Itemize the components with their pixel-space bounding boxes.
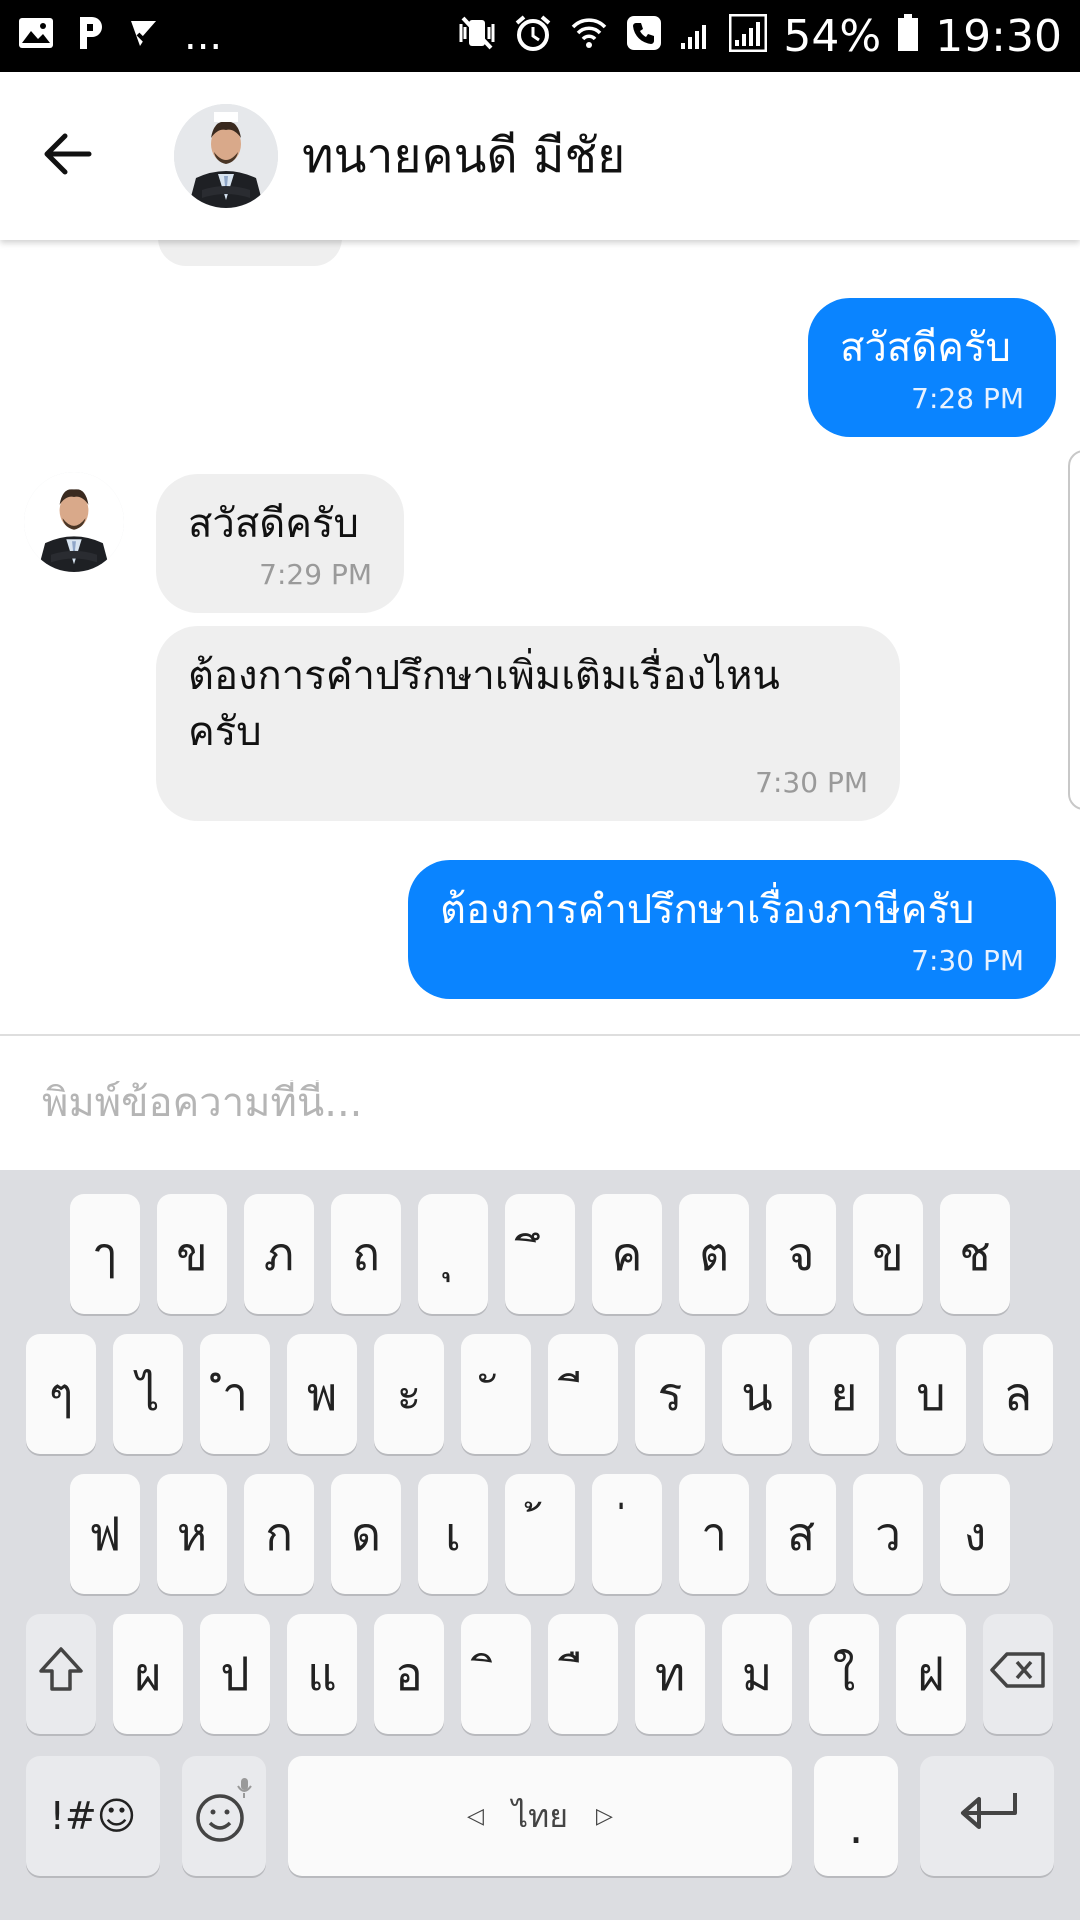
key[interactable]: ี xyxy=(548,1334,618,1454)
key[interactable]: น xyxy=(722,1334,792,1454)
mute-vibrate-icon xyxy=(457,14,497,59)
key[interactable]: ถ xyxy=(331,1194,401,1314)
message-bubble-incoming[interactable]: สวัสดีครับ 7:29 PM xyxy=(156,474,404,613)
sender-avatar[interactable] xyxy=(24,472,124,572)
key[interactable]: ง xyxy=(940,1474,1010,1594)
key[interactable]: บ xyxy=(896,1334,966,1454)
key[interactable]: จ xyxy=(766,1194,836,1314)
key[interactable]: ช xyxy=(940,1194,1010,1314)
key[interactable]: ั xyxy=(461,1334,531,1454)
message-input[interactable] xyxy=(42,1080,1022,1126)
message-text: สวัสดีครับ xyxy=(188,501,359,547)
space-key[interactable]: ◁ ไทย ▷ xyxy=(288,1756,792,1876)
message-bubble-outgoing[interactable]: สวัสดีครับ 7:28 PM xyxy=(808,298,1056,437)
enter-key[interactable] xyxy=(920,1756,1054,1876)
message-time: 7:30 PM xyxy=(755,766,868,799)
key[interactable]: ใ xyxy=(809,1614,879,1734)
shift-key[interactable] xyxy=(26,1614,96,1734)
key[interactable]: ต xyxy=(679,1194,749,1314)
wifi-icon xyxy=(569,13,609,60)
message-bubble-outgoing[interactable]: ต้องการคำปรึกษาเรื่องภาษีครับ 7:30 PM xyxy=(408,860,1056,999)
chat-header: ทนายคนดี มีชัย xyxy=(0,72,1080,240)
back-button[interactable] xyxy=(0,72,130,240)
key[interactable]: ้ xyxy=(505,1474,575,1594)
backspace-key[interactable] xyxy=(983,1614,1053,1734)
key[interactable]: ำ xyxy=(200,1334,270,1454)
key[interactable]: อ xyxy=(374,1614,444,1734)
battery-percent: 54% xyxy=(783,10,882,62)
key[interactable]: ะ xyxy=(374,1334,444,1454)
arrow-right-small-icon: ▷ xyxy=(595,1803,613,1829)
key[interactable]: ว xyxy=(853,1474,923,1594)
more-notifications: ... xyxy=(184,13,223,59)
message-time: 7:30 PM xyxy=(911,944,1024,977)
message-text: ต้องการคำปรึกษาเพิ่มเติมเรื่องไหน ครับ xyxy=(188,653,780,755)
key[interactable]: ฟ xyxy=(70,1474,140,1594)
space-label: ไทย xyxy=(512,1796,568,1835)
key[interactable]: ภ xyxy=(244,1194,314,1314)
key[interactable]: ๅ xyxy=(70,1194,140,1314)
backspace-icon xyxy=(989,1647,1047,1701)
message-time: 7:28 PM xyxy=(911,382,1024,415)
key[interactable]: ห xyxy=(157,1474,227,1594)
enter-icon xyxy=(951,1787,1023,1846)
key[interactable]: า xyxy=(679,1474,749,1594)
keyboard: ๅ ข ภ ถ ุ ึ ค ต จ ข ช ๆ ไ ำ พ ะ ั ี ร น … xyxy=(0,1170,1080,1920)
previous-message-bubble-partial xyxy=(158,240,342,266)
key[interactable]: ุ xyxy=(418,1194,488,1314)
status-bar: ... 54% 19:30 xyxy=(0,0,1080,72)
key[interactable]: ล xyxy=(983,1334,1053,1454)
key[interactable]: ข xyxy=(853,1194,923,1314)
symbols-key[interactable]: !#☺ xyxy=(26,1756,160,1876)
key[interactable]: ข xyxy=(157,1194,227,1314)
key[interactable]: ย xyxy=(809,1334,879,1454)
signal-full-icon xyxy=(728,13,768,59)
key[interactable]: ฝ xyxy=(896,1614,966,1734)
clock: 19:30 xyxy=(935,10,1062,62)
key[interactable]: ท xyxy=(635,1614,705,1734)
key[interactable]: พ xyxy=(287,1334,357,1454)
arrow-left-icon xyxy=(39,130,95,182)
key[interactable]: ๆ xyxy=(26,1334,96,1454)
period-key[interactable]: . xyxy=(814,1756,898,1876)
tasks-icon xyxy=(128,16,162,57)
scroll-indicator xyxy=(1068,450,1080,810)
key[interactable]: ม xyxy=(722,1614,792,1734)
message-list[interactable]: สวัสดีครับ 7:28 PM สวัสดีครับ 7:29 PM ต้… xyxy=(0,240,1080,1035)
message-bubble-incoming[interactable]: ต้องการคำปรึกษาเพิ่มเติมเรื่องไหน ครับ 7… xyxy=(156,626,900,821)
key[interactable]: ร xyxy=(635,1334,705,1454)
contact-name: ทนายคนดี มีชัย xyxy=(302,128,626,184)
signal-icon xyxy=(679,15,713,58)
key[interactable]: ป xyxy=(200,1614,270,1734)
key[interactable]: ิ xyxy=(461,1614,531,1734)
call-icon xyxy=(625,14,663,59)
message-text: สวัสดีครับ xyxy=(840,325,1011,371)
key[interactable]: ไ xyxy=(113,1334,183,1454)
message-time: 7:29 PM xyxy=(259,558,372,591)
gallery-icon xyxy=(18,16,54,56)
key[interactable]: ด xyxy=(331,1474,401,1594)
message-text: ต้องการคำปรึกษาเรื่องภาษีครับ xyxy=(440,887,975,933)
key[interactable]: ่ xyxy=(592,1474,662,1594)
key[interactable]: ค xyxy=(592,1194,662,1314)
key[interactable]: ส xyxy=(766,1474,836,1594)
arrow-left-small-icon: ◁ xyxy=(467,1803,485,1829)
key[interactable]: ื xyxy=(548,1614,618,1734)
key[interactable]: ึ xyxy=(505,1194,575,1314)
battery-icon xyxy=(897,13,919,59)
emoji-key[interactable] xyxy=(182,1756,266,1876)
key[interactable]: แ xyxy=(287,1614,357,1734)
app-p-icon xyxy=(76,15,106,58)
key[interactable]: เ xyxy=(418,1474,488,1594)
alarm-icon xyxy=(513,13,553,60)
key[interactable]: ผ xyxy=(113,1614,183,1734)
emoji-icon xyxy=(194,1776,254,1857)
contact-avatar[interactable] xyxy=(174,104,278,208)
key[interactable]: ก xyxy=(244,1474,314,1594)
message-composer xyxy=(0,1034,1080,1170)
shift-icon xyxy=(35,1643,87,1706)
